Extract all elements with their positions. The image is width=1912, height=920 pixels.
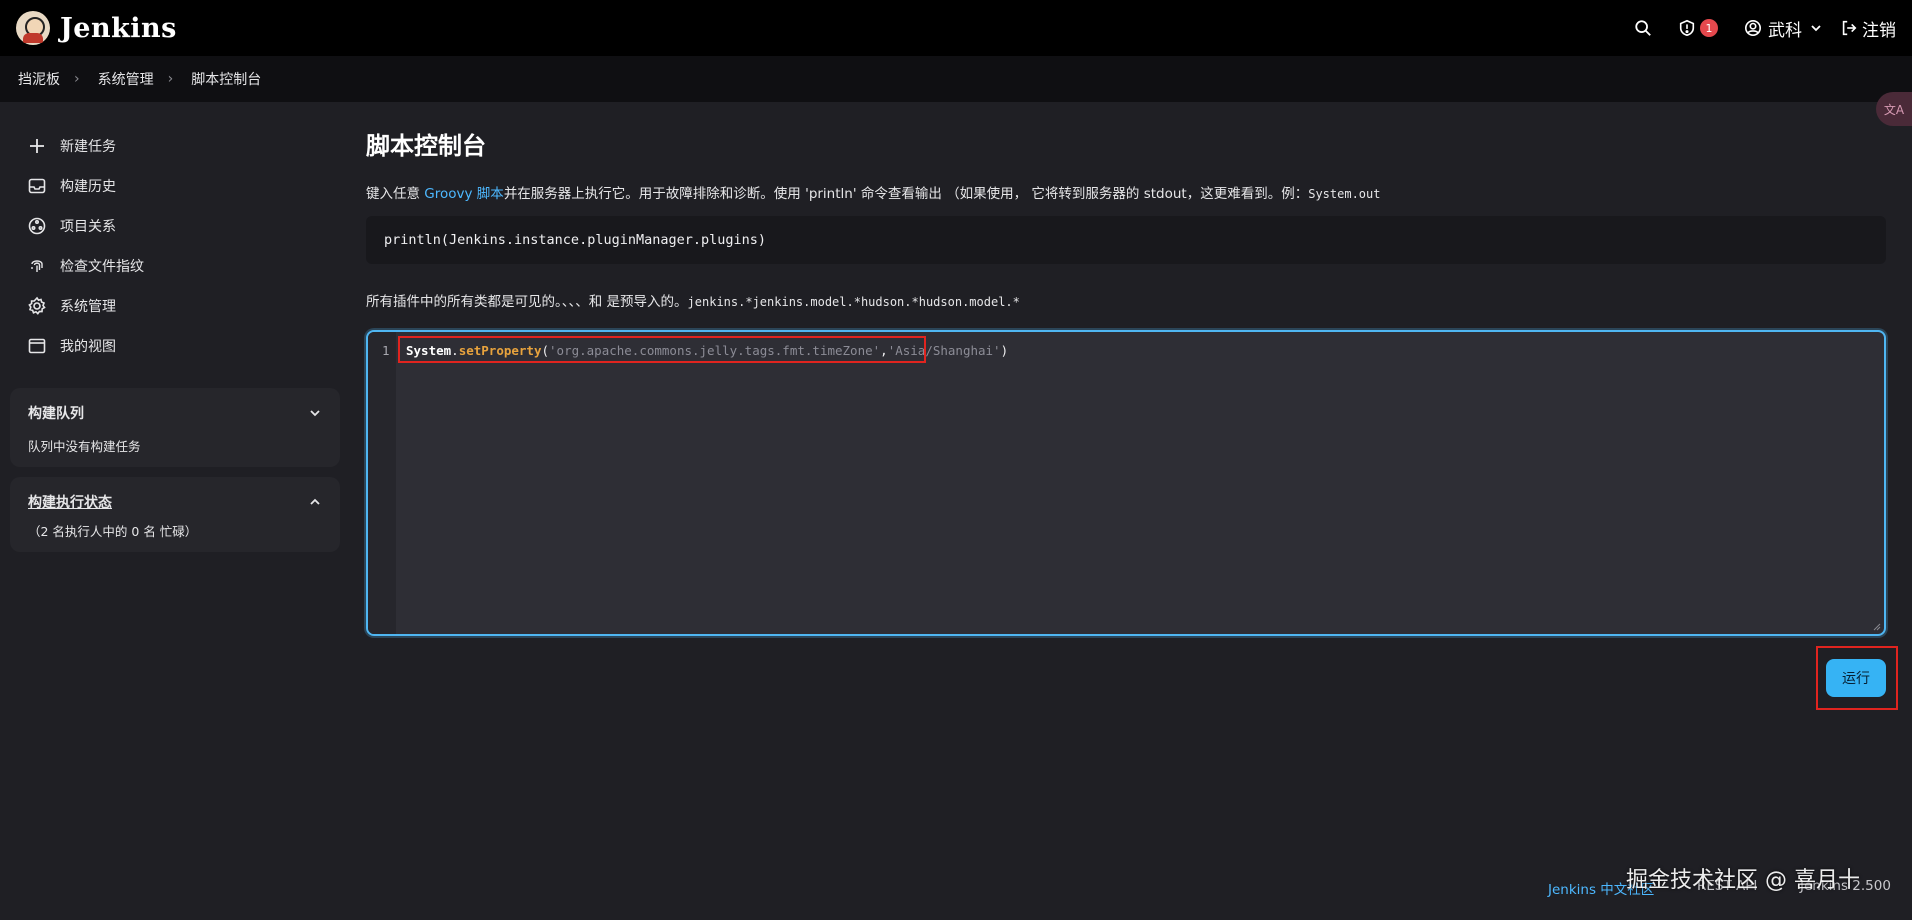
imports-note: 所有插件中的所有类都是可见的。、、、和 是预导入的。jenkins.*jenki…	[366, 290, 1886, 310]
sidebar: 新建任务 构建历史 项目关系 检查文件指纹 系统管理 我的视图 构建队列 队列中…	[0, 102, 350, 552]
desc-code: System.out	[1308, 187, 1381, 201]
chevron-down-icon	[310, 410, 320, 417]
sidebar-item-new-job[interactable]: 新建任务	[0, 126, 350, 166]
user-icon	[1744, 19, 1762, 37]
executor-status-panel: 构建执行状态 （2 名执行人中的 0 名 忙碌）	[10, 477, 340, 552]
sidebar-item-label: 项目关系	[60, 219, 116, 235]
build-queue-header[interactable]: 构建队列	[28, 398, 322, 428]
sidebar-item-label: 检查文件指纹	[60, 259, 144, 275]
jenkins-logo[interactable]: Jenkins	[16, 11, 177, 45]
run-button[interactable]: 运行	[1826, 659, 1886, 697]
code-highlight-box	[398, 336, 926, 363]
sidebar-item-label: 构建历史	[60, 179, 116, 195]
watermark: 掘金技术社区 @ 喜月十	[1626, 868, 1860, 893]
sidebar-item-my-views[interactable]: 我的视图	[0, 326, 350, 366]
security-alerts-button[interactable]: 1	[1678, 19, 1718, 37]
relations-icon	[26, 215, 48, 237]
breadcrumb-manage[interactable]: 系统管理	[98, 69, 154, 89]
breadcrumb: 挡泥板 › 系统管理 › 脚本控制台	[0, 56, 1912, 102]
user-name: 武科	[1768, 20, 1802, 41]
chevron-right-icon: ›	[167, 71, 174, 87]
line-number: 1	[382, 343, 390, 358]
gear-icon	[26, 295, 48, 317]
main-content: 脚本控制台 键入任意 Groovy 脚本并在服务器上执行它。用于故障排除和诊断。…	[366, 102, 1886, 636]
build-queue-title: 构建队列	[28, 406, 84, 422]
sidebar-item-label: 新建任务	[60, 139, 116, 155]
build-queue-empty: 队列中没有构建任务	[28, 439, 141, 454]
app-name: Jenkins	[60, 12, 177, 44]
imports-prefix: 所有插件中的所有类都是可见的。、、、和 是预导入的。	[366, 294, 688, 310]
fingerprint-icon	[26, 255, 48, 277]
groovy-script-link[interactable]: Groovy 脚本	[424, 186, 504, 202]
desc-suffix: 并在服务器上执行它。用于故障排除和诊断。使用 'println' 命令查看输出 …	[503, 186, 1309, 202]
sidebar-item-fingerprint[interactable]: 检查文件指纹	[0, 246, 350, 286]
alert-count-badge: 1	[1700, 19, 1718, 37]
page-title: 脚本控制台	[366, 132, 486, 160]
example-code-block: println(Jenkins.instance.pluginManager.p…	[366, 216, 1886, 264]
logout-label: 注销	[1862, 20, 1896, 41]
sidebar-item-label: 我的视图	[60, 339, 116, 355]
chevron-up-icon	[310, 498, 320, 505]
sidebar-item-build-history[interactable]: 构建历史	[0, 166, 350, 206]
executor-summary: （2 名执行人中的 0 名 忙碌）	[28, 524, 198, 539]
logout-button[interactable]: 注销	[1840, 16, 1896, 41]
script-editor[interactable]: 1 System.setProperty('org.apache.commons…	[366, 330, 1886, 636]
build-queue-panel: 构建队列 队列中没有构建任务	[10, 388, 340, 467]
user-menu[interactable]: 武科	[1744, 16, 1822, 41]
executor-status-header[interactable]: 构建执行状态	[28, 487, 322, 517]
description: 键入任意 Groovy 脚本并在服务器上执行它。用于故障排除和诊断。使用 'pr…	[366, 182, 1886, 202]
chevron-right-icon: ›	[74, 71, 80, 87]
line-gutter	[368, 332, 396, 634]
inbox-icon	[26, 175, 48, 197]
breadcrumb-script-console[interactable]: 脚本控制台	[191, 69, 261, 89]
plus-icon	[26, 135, 48, 157]
search-button[interactable]	[1634, 19, 1652, 37]
chevron-down-icon	[1811, 25, 1821, 32]
shield-icon	[1679, 19, 1695, 37]
logout-icon	[1842, 20, 1857, 36]
window-icon	[26, 335, 48, 357]
resize-handle-icon[interactable]	[1872, 622, 1881, 631]
sidebar-item-label: 系统管理	[60, 299, 116, 315]
imports-code: jenkins.*jenkins.model.*hudson.*hudson.m…	[687, 295, 1020, 309]
jenkins-butler-icon	[16, 11, 50, 45]
sidebar-item-project-relations[interactable]: 项目关系	[0, 206, 350, 246]
code-close-paren: )	[1000, 343, 1009, 358]
top-header: Jenkins 1 武科 注销	[0, 0, 1912, 56]
breadcrumb-dashboard[interactable]: 挡泥板	[18, 69, 60, 89]
sidebar-item-manage[interactable]: 系统管理	[0, 286, 350, 326]
executor-status-title[interactable]: 构建执行状态	[28, 492, 112, 512]
search-icon	[1635, 20, 1651, 36]
desc-prefix: 键入任意	[366, 186, 425, 202]
translate-icon: 文A	[1883, 102, 1905, 117]
